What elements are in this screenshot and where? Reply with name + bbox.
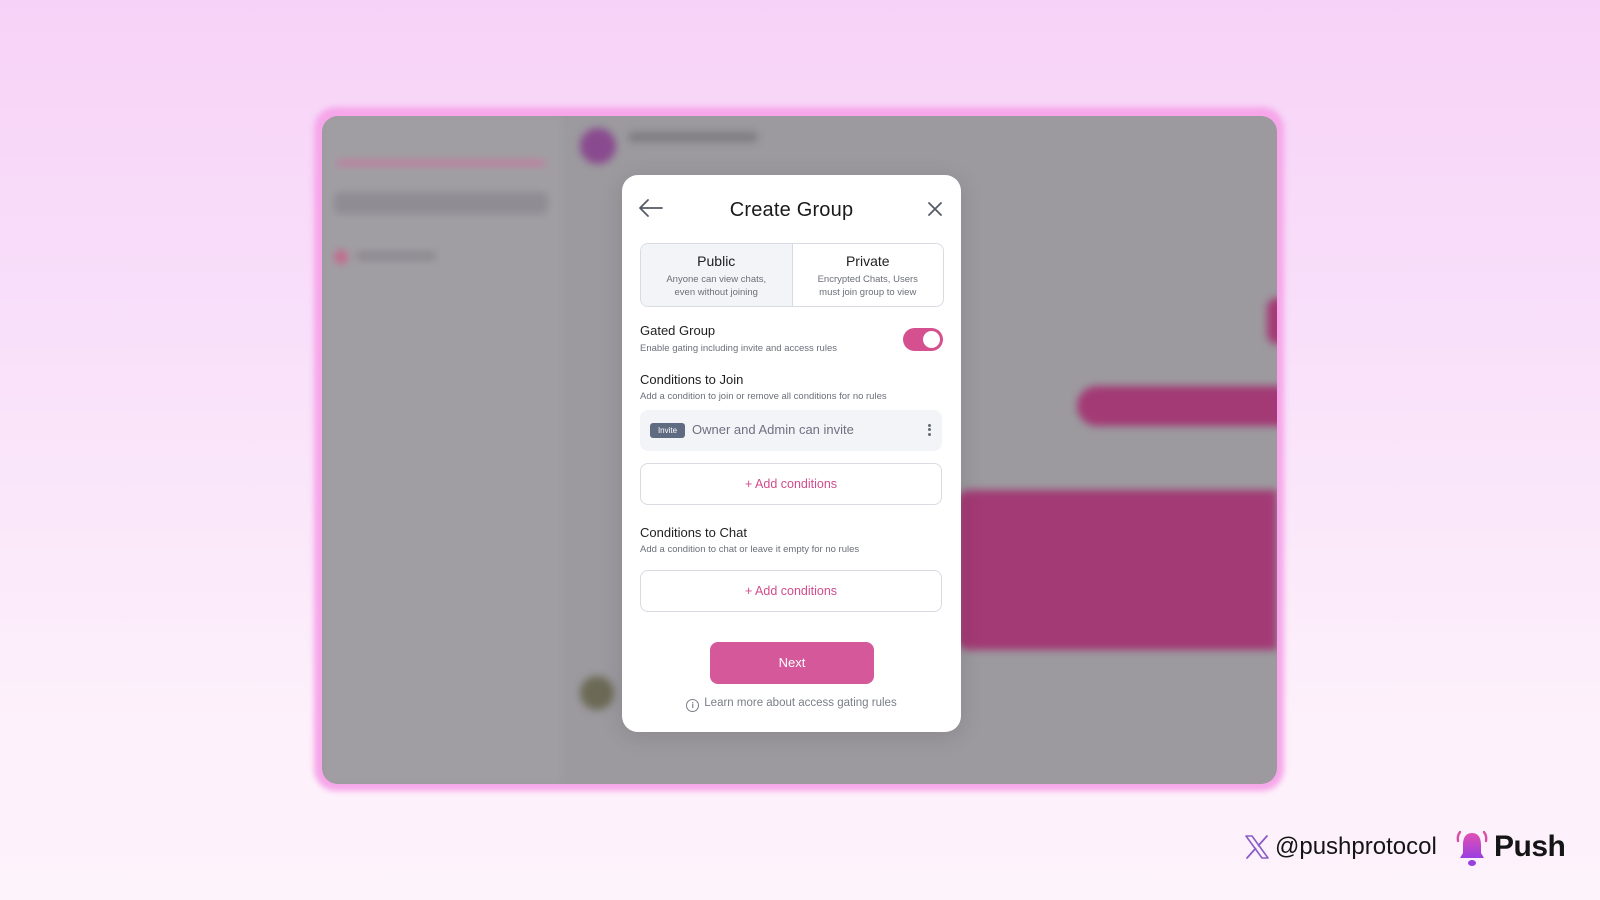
conditions-to-join-description: Add a condition to join or remove all co…: [640, 391, 887, 402]
modal-header: Create Group: [622, 175, 961, 245]
conditions-to-join-title: Conditions to Join: [640, 372, 744, 387]
public-option[interactable]: Public Anyone can view chats, even witho…: [641, 244, 793, 306]
learn-more-label: Learn more about access gating rules: [704, 697, 897, 709]
conditions-to-chat-description: Add a condition to chat or leave it empt…: [640, 544, 860, 555]
add-chat-conditions-button[interactable]: + Add conditions: [640, 570, 942, 612]
learn-more-link[interactable]: i Learn more about access gating rules: [622, 697, 961, 712]
kebab-menu-icon[interactable]: [926, 422, 932, 440]
group-type-selector: Public Anyone can view chats, even witho…: [640, 243, 944, 307]
background-message-block: [957, 490, 1277, 650]
close-icon[interactable]: [925, 199, 945, 219]
condition-item: Invite Owner and Admin can invite: [640, 410, 942, 451]
background-avatar: [580, 128, 616, 164]
invite-badge: Invite: [650, 423, 685, 438]
toggle-knob: [923, 331, 940, 348]
social-handle: @pushprotocol: [1275, 833, 1437, 860]
next-button[interactable]: Next: [710, 642, 874, 684]
background-sidebar: [322, 116, 562, 784]
add-join-conditions-button[interactable]: + Add conditions: [640, 463, 942, 505]
modal-title: Create Group: [729, 199, 854, 221]
info-icon: i: [686, 699, 700, 712]
gated-group-description: Enable gating including invite and acces…: [640, 343, 837, 354]
condition-label: Owner and Admin can invite: [692, 422, 854, 437]
private-option[interactable]: Private Encrypted Chats, Users must join…: [793, 244, 944, 306]
public-option-description: Anyone can view chats, even without join…: [666, 274, 767, 298]
create-group-modal: Create Group Public Anyone can view chat…: [622, 175, 961, 732]
gated-group-toggle[interactable]: [903, 328, 943, 351]
private-option-description: Encrypted Chats, Users must join group t…: [817, 274, 918, 298]
conditions-to-chat-title: Conditions to Chat: [640, 525, 747, 540]
x-logo-icon: [1245, 835, 1269, 859]
push-bell-icon: [1456, 830, 1488, 866]
brand-name: Push: [1494, 830, 1566, 863]
private-option-title: Private: [845, 253, 890, 269]
gated-group-title: Gated Group: [640, 323, 716, 338]
public-option-title: Public: [697, 253, 736, 269]
